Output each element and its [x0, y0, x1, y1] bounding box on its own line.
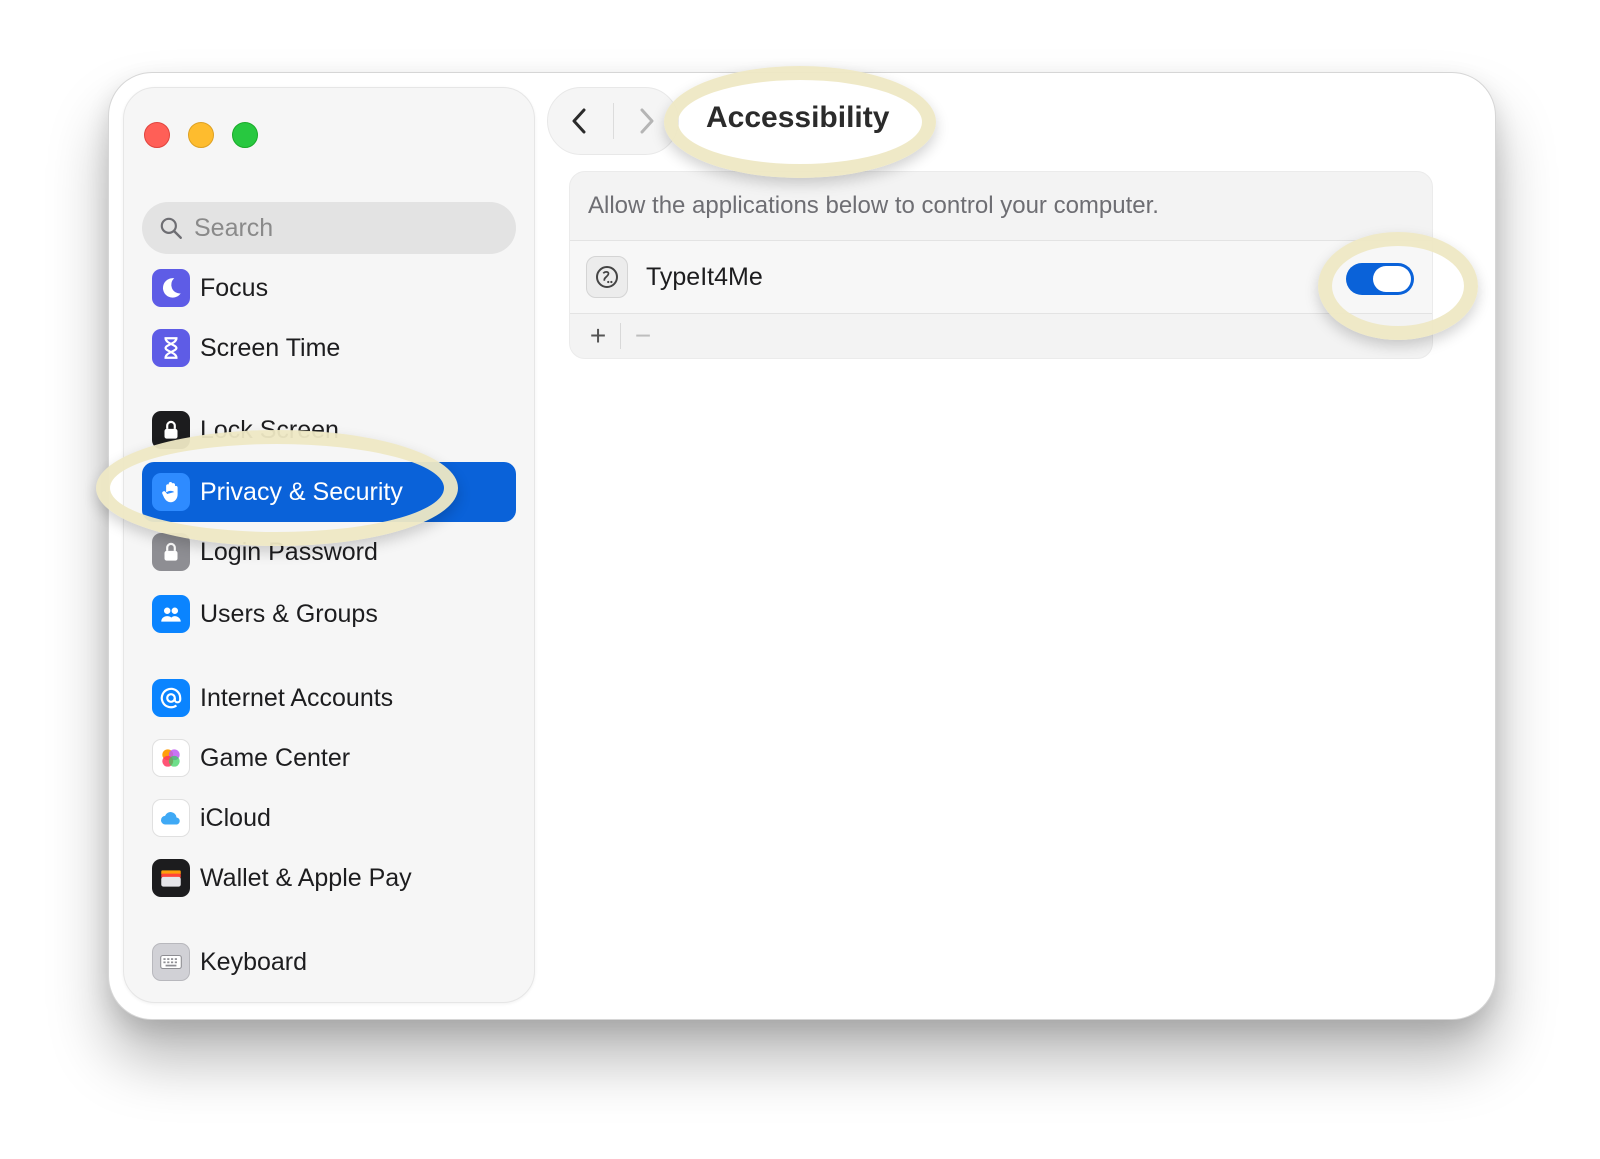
add-app-button[interactable]: + [580, 320, 616, 352]
zoom-button[interactable] [232, 122, 258, 148]
typeit4me-app-icon [586, 256, 628, 298]
sidebar-item-label: Screen Time [200, 333, 341, 362]
sidebar-item-label: Privacy & Security [200, 477, 403, 506]
panel-description: Allow the applications below to control … [588, 192, 1159, 219]
toggle-knob [1373, 266, 1411, 292]
tools-divider [620, 323, 621, 349]
minimize-button[interactable] [188, 122, 214, 148]
hourglass-icon [152, 329, 190, 367]
forward-button[interactable] [614, 87, 679, 155]
sidebar-item-lock-screen[interactable]: Lock Screen [142, 400, 516, 460]
sidebar-item-login-password[interactable]: Login Password [142, 522, 516, 582]
sidebar-item-game-center[interactable]: Game Center [142, 728, 516, 788]
close-button[interactable] [144, 122, 170, 148]
typeit4me-toggle[interactable] [1346, 263, 1414, 295]
search-field[interactable]: Search [142, 202, 516, 254]
moon-icon [152, 269, 190, 307]
wallet-icon [152, 859, 190, 897]
game-center-icon [152, 739, 190, 777]
sidebar-item-privacy-security[interactable]: Privacy & Security [142, 462, 516, 522]
sidebar-item-label: Users & Groups [200, 599, 378, 628]
settings-window: Search Focus Screen Time Lock Screen Log… [108, 72, 1496, 1020]
navigation-buttons [547, 87, 679, 155]
cloud-icon [152, 799, 190, 837]
sidebar-item-screen-time[interactable]: Screen Time [142, 318, 516, 378]
remove-app-button[interactable]: − [625, 320, 661, 352]
hand-icon [152, 473, 190, 511]
users-icon [152, 595, 190, 633]
page-title: Accessibility [706, 101, 890, 134]
keyboard-icon [152, 943, 190, 981]
sidebar-item-label: Wallet & Apple Pay [200, 863, 412, 892]
sidebar-item-focus[interactable]: Focus [142, 258, 516, 318]
sidebar-item-label: Login Password [200, 537, 378, 566]
sidebar-item-label: Keyboard [200, 947, 308, 976]
app-name: TypeIt4Me [646, 262, 763, 291]
sidebar-item-label: Focus [200, 273, 269, 302]
sidebar-item-label: iCloud [200, 803, 271, 832]
list-tools: + − [580, 320, 661, 352]
sidebar: Search Focus Screen Time Lock Screen Log… [123, 87, 535, 1003]
sidebar-item-keyboard[interactable]: Keyboard [142, 932, 516, 992]
sidebar-item-users-groups[interactable]: Users & Groups [142, 584, 516, 644]
sidebar-item-icloud[interactable]: iCloud [142, 788, 516, 848]
at-sign-icon [152, 679, 190, 717]
chevron-right-icon [640, 108, 654, 134]
sidebar-item-wallet[interactable]: Wallet & Apple Pay [142, 848, 516, 908]
sidebar-item-label: Game Center [200, 743, 351, 772]
lock-icon [152, 411, 190, 449]
sidebar-item-internet-accounts[interactable]: Internet Accounts [142, 668, 516, 728]
app-row: TypeIt4Me [570, 240, 1432, 314]
search-placeholder: Search [194, 213, 274, 242]
sidebar-item-label: Lock Screen [200, 415, 339, 444]
lock-icon [152, 533, 190, 571]
chevron-left-icon [572, 108, 586, 134]
search-icon [160, 217, 182, 239]
accessibility-apps-panel: Allow the applications below to control … [569, 171, 1433, 359]
sidebar-item-label: Internet Accounts [200, 683, 394, 712]
back-button[interactable] [548, 87, 613, 155]
